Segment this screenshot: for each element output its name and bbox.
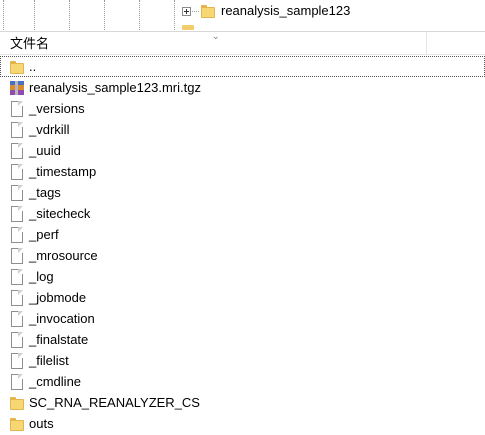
file-row[interactable]: _vdrkill: [0, 119, 485, 140]
file-row[interactable]: _mrosource: [0, 245, 485, 266]
archive-icon: [9, 80, 25, 96]
file-row[interactable]: ..: [0, 56, 485, 77]
file-name: reanalysis_sample123.mri.tgz: [29, 80, 201, 95]
file-name: _perf: [29, 227, 59, 242]
folder-icon: [182, 25, 194, 30]
file-name: _log: [29, 269, 54, 284]
file-name: _tags: [29, 185, 61, 200]
folder-tree: reanalysis_sample123: [0, 0, 485, 30]
folder-icon: [200, 3, 216, 19]
file-name: _uuid: [29, 143, 61, 158]
file-row[interactable]: _finalstate: [0, 329, 485, 350]
file-icon: [9, 205, 25, 222]
file-row[interactable]: _perf: [0, 224, 485, 245]
file-list: .. reanalysis_sample123.mri.tgz _versions _…: [0, 56, 485, 435]
file-icon: [9, 352, 25, 369]
file-row[interactable]: _jobmode: [0, 287, 485, 308]
file-icon: [9, 163, 25, 180]
file-icon: [9, 142, 25, 159]
file-row[interactable]: SC_RNA_REANALYZER_CS: [0, 392, 485, 413]
file-row[interactable]: _filelist: [0, 350, 485, 371]
tree-guide-line: [104, 0, 105, 30]
file-row[interactable]: _tags: [0, 182, 485, 203]
folder-icon: [9, 395, 25, 411]
file-name: _filelist: [29, 353, 69, 368]
file-name: ..: [29, 59, 37, 74]
tree-node-label: reanalysis_sample123: [221, 3, 351, 18]
file-row[interactable]: _timestamp: [0, 161, 485, 182]
tree-guide-line: [139, 0, 140, 30]
file-row[interactable]: outs: [0, 413, 485, 434]
file-name: _jobmode: [29, 290, 87, 305]
file-name: _timestamp: [29, 164, 97, 179]
folder-icon: [9, 59, 25, 75]
file-row[interactable]: _invocation: [0, 308, 485, 329]
file-icon: [9, 226, 25, 243]
file-icon: [9, 268, 25, 285]
tree-node-reanalysis[interactable]: reanalysis_sample123: [182, 2, 350, 20]
file-icon: [9, 100, 25, 117]
tree-guide-line: [174, 0, 175, 30]
list-header: 文件名 ⌄: [0, 31, 485, 55]
file-icon: [9, 247, 25, 264]
file-row[interactable]: _sitecheck: [0, 203, 485, 224]
file-name: _versions: [29, 101, 85, 116]
file-row[interactable]: _log: [0, 266, 485, 287]
file-name: _mrosource: [29, 248, 98, 263]
tree-guide-line: [3, 0, 4, 30]
tree-connector: [192, 10, 199, 12]
file-icon: [9, 310, 25, 327]
file-name: _vdrkill: [29, 122, 70, 137]
file-icon: [9, 121, 25, 138]
file-name: _finalstate: [29, 332, 89, 347]
file-icon: [9, 331, 25, 348]
sort-chevron-icon: ⌄: [212, 31, 220, 41]
tree-guide-line: [69, 0, 70, 30]
file-name: _cmdline: [29, 374, 82, 389]
file-row[interactable]: _uuid: [0, 140, 485, 161]
file-name: _sitecheck: [29, 206, 91, 221]
file-browser: reanalysis_sample123 文件名 ⌄ .. reanalysis_…: [0, 0, 485, 435]
file-row[interactable]: reanalysis_sample123.mri.tgz: [0, 77, 485, 98]
file-name: _invocation: [29, 311, 95, 326]
column-divider[interactable]: [426, 32, 427, 54]
folder-icon: [9, 416, 25, 432]
file-icon: [9, 289, 25, 306]
file-name: outs: [29, 416, 54, 431]
file-icon: [9, 373, 25, 390]
file-icon: [9, 184, 25, 201]
expand-icon[interactable]: [182, 6, 191, 16]
file-row[interactable]: _versions: [0, 98, 485, 119]
file-row[interactable]: _cmdline: [0, 371, 485, 392]
file-name: SC_RNA_REANALYZER_CS: [29, 395, 200, 410]
tree-guide-line: [34, 0, 35, 30]
